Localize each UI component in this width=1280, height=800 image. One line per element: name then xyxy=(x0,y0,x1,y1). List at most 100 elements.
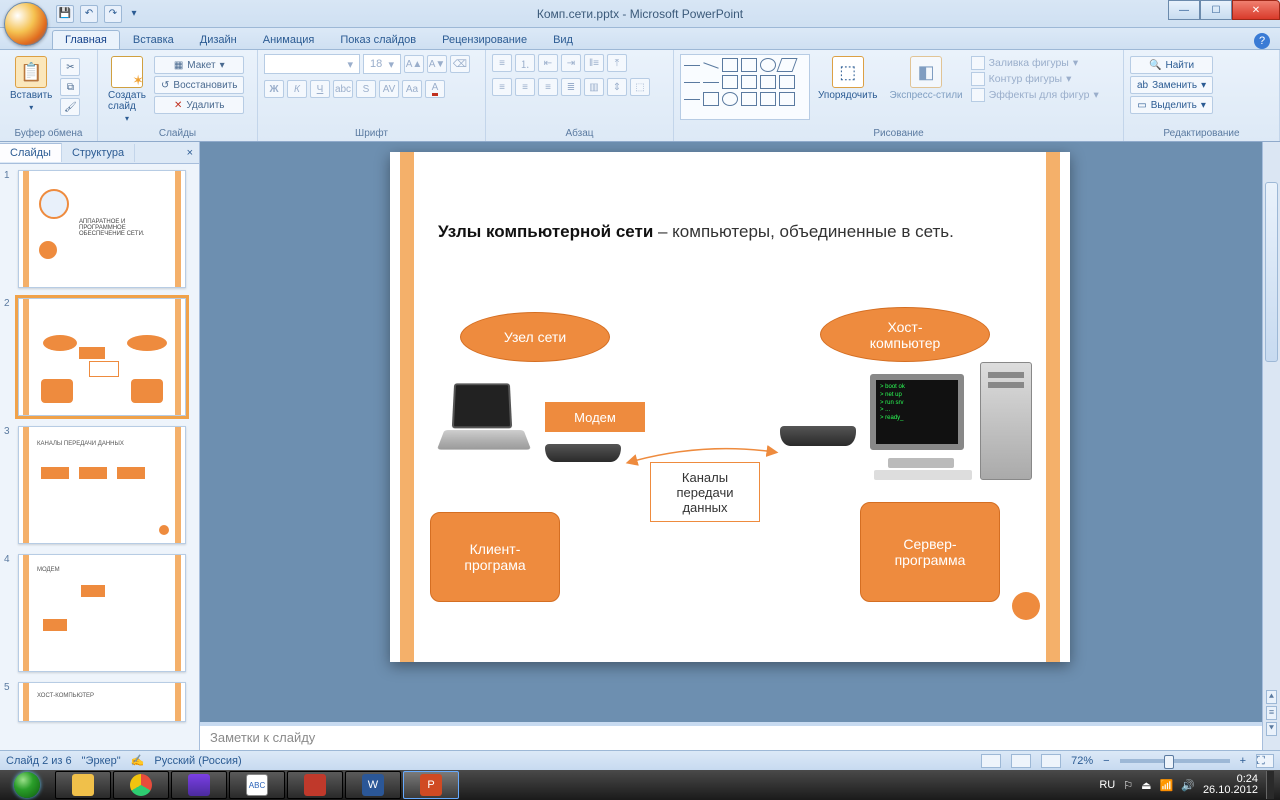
thumbnail-4[interactable]: 4 МОДЕМ xyxy=(4,554,195,672)
format-painter-button[interactable]: 🖌 xyxy=(60,98,80,116)
numbering-button[interactable]: ⒈ xyxy=(515,54,535,72)
shadow-button[interactable]: S xyxy=(356,80,376,98)
scrollbar-thumb[interactable] xyxy=(1265,182,1278,362)
copy-button[interactable]: ⧉ xyxy=(60,78,80,96)
reset-button[interactable]: ↺Восстановить xyxy=(154,76,244,94)
next-slide-button[interactable]: ⯆ xyxy=(1266,722,1277,736)
show-desktop-button[interactable] xyxy=(1266,771,1274,799)
qat-redo-icon[interactable]: ↷ xyxy=(104,5,122,23)
justify-button[interactable]: ≣ xyxy=(561,78,581,96)
close-panel-icon[interactable]: × xyxy=(181,147,199,159)
view-sorter-button[interactable] xyxy=(1011,754,1031,768)
line-spacing-button[interactable]: ‖≡ xyxy=(584,54,604,72)
columns-button[interactable]: ▥ xyxy=(584,78,604,96)
shape-modem-rect[interactable]: Модем xyxy=(545,402,645,432)
italic-button[interactable]: К xyxy=(287,80,307,98)
align-text-button[interactable]: ⇕ xyxy=(607,78,627,96)
taskbar-winrar[interactable] xyxy=(171,771,227,799)
tab-slides[interactable]: Слайды xyxy=(0,143,62,162)
arrange-button[interactable]: ⬚ Упорядочить xyxy=(814,54,882,103)
text-direction-button[interactable]: ⤒ xyxy=(607,54,627,72)
zoom-level[interactable]: 72% xyxy=(1071,755,1093,767)
shapes-gallery[interactable] xyxy=(680,54,810,120)
grow-font-button[interactable]: A▲ xyxy=(404,55,424,73)
zoom-in-button[interactable]: + xyxy=(1240,755,1246,767)
align-center-button[interactable]: ≡ xyxy=(515,78,535,96)
shape-outline-button[interactable]: Контур фигуры ▾ xyxy=(971,72,1099,86)
taskbar-pdf[interactable] xyxy=(287,771,343,799)
tray-safe-remove-icon[interactable]: ⏏ xyxy=(1141,779,1151,792)
taskbar-powerpoint[interactable]: P xyxy=(403,771,459,799)
view-slideshow-button[interactable] xyxy=(1041,754,1061,768)
font-size-combo[interactable]: 18▾ xyxy=(363,54,401,74)
office-button[interactable] xyxy=(4,2,48,46)
shape-fill-button[interactable]: Заливка фигуры ▾ xyxy=(971,56,1099,70)
clear-format-button[interactable]: ⌫ xyxy=(450,55,470,73)
fit-to-window-button[interactable]: ⛶ xyxy=(1256,754,1274,768)
find-button[interactable]: 🔍Найти xyxy=(1130,56,1213,74)
smartart-button[interactable]: ⬚ xyxy=(630,78,650,96)
thumbnail-3[interactable]: 3 КАНАЛЫ ПЕРЕДАЧИ ДАННЫХ xyxy=(4,426,195,544)
thumbnail-5[interactable]: 5 ХОСТ-КОМПЬЮТЕР xyxy=(4,682,195,722)
paste-button[interactable]: 📋 Вставить ▾ xyxy=(6,54,56,114)
indent-inc-button[interactable]: ⇥ xyxy=(561,54,581,72)
align-right-button[interactable]: ≡ xyxy=(538,78,558,96)
zoom-out-button[interactable]: − xyxy=(1103,755,1109,767)
close-button[interactable]: ✕ xyxy=(1232,0,1280,20)
shape-effects-button[interactable]: Эффекты для фигур ▾ xyxy=(971,88,1099,102)
bullets-button[interactable]: ≡ xyxy=(492,54,512,72)
change-case-button[interactable]: Aa xyxy=(402,80,422,98)
shrink-font-button[interactable]: A▼ xyxy=(427,55,447,73)
new-slide-button[interactable]: ✶ Создать слайд ▾ xyxy=(104,54,150,125)
maximize-button[interactable]: ☐ xyxy=(1200,0,1232,20)
tray-clock[interactable]: 0:24 26.10.2012 xyxy=(1203,774,1258,796)
thumbnail-1[interactable]: 1 АППАРАТНОЕ И ПРОГРАММНОЕ ОБЕСПЕЧЕНИЕ С… xyxy=(4,170,195,288)
quick-styles-button[interactable]: ◧ Экспресс-стили xyxy=(886,54,967,103)
view-normal-button[interactable] xyxy=(981,754,1001,768)
tab-animation[interactable]: Анимация xyxy=(250,30,328,49)
notes-pane[interactable]: Заметки к слайду xyxy=(200,722,1262,750)
tab-slideshow[interactable]: Показ слайдов xyxy=(327,30,429,49)
help-icon[interactable]: ? xyxy=(1254,33,1270,49)
font-color-button[interactable]: A xyxy=(425,80,445,98)
current-slide[interactable]: Узлы компьютерной сети – компьютеры, объ… xyxy=(390,152,1070,662)
tab-design[interactable]: Дизайн xyxy=(187,30,250,49)
font-family-combo[interactable]: ▾ xyxy=(264,54,360,74)
strike-button[interactable]: abc xyxy=(333,80,353,98)
bold-button[interactable]: Ж xyxy=(264,80,284,98)
tray-network-icon[interactable]: 📶 xyxy=(1160,779,1174,792)
minimize-button[interactable]: — xyxy=(1168,0,1200,20)
delete-slide-button[interactable]: ✕Удалить xyxy=(154,96,244,114)
tray-language[interactable]: RU xyxy=(1099,779,1115,791)
shape-host-oval[interactable]: Хост- компьютер xyxy=(820,307,990,362)
tray-volume-icon[interactable]: 🔊 xyxy=(1181,779,1195,792)
start-button[interactable] xyxy=(0,770,54,800)
char-spacing-button[interactable]: AV xyxy=(379,80,399,98)
replace-button[interactable]: abЗаменить ▾ xyxy=(1130,76,1213,94)
prev-slide-button[interactable]: ⯅ xyxy=(1266,690,1277,704)
qat-customize-icon[interactable]: ▾ xyxy=(128,5,140,23)
spellcheck-icon[interactable]: ✍ xyxy=(131,754,145,767)
shape-client-rrect[interactable]: Клиент- програма xyxy=(430,512,560,602)
status-language[interactable]: Русский (Россия) xyxy=(154,755,241,767)
shape-server-rrect[interactable]: Сервер- программа xyxy=(860,502,1000,602)
indent-dec-button[interactable]: ⇤ xyxy=(538,54,558,72)
zoom-slider[interactable] xyxy=(1120,759,1230,763)
taskbar-explorer[interactable] xyxy=(55,771,111,799)
tab-outline[interactable]: Структура xyxy=(62,144,135,162)
taskbar-word[interactable]: W xyxy=(345,771,401,799)
cut-button[interactable]: ✂ xyxy=(60,58,80,76)
tray-action-center-icon[interactable]: ⚐ xyxy=(1123,779,1133,792)
tab-review[interactable]: Рецензирование xyxy=(429,30,540,49)
tab-home[interactable]: Главная xyxy=(52,30,120,49)
thumbnail-2[interactable]: 2 xyxy=(4,298,195,416)
taskbar-abc[interactable]: ABC xyxy=(229,771,285,799)
vertical-scrollbar[interactable]: ⯅ ≡ ⯆ xyxy=(1262,142,1280,750)
qat-save-icon[interactable]: 💾 xyxy=(56,5,74,23)
tab-view[interactable]: Вид xyxy=(540,30,586,49)
align-left-button[interactable]: ≡ xyxy=(492,78,512,96)
select-button[interactable]: ▭Выделить ▾ xyxy=(1130,96,1213,114)
shape-node-oval[interactable]: Узел сети xyxy=(460,312,610,362)
underline-button[interactable]: Ч xyxy=(310,80,330,98)
shape-channels-rect[interactable]: Каналы передачи данных xyxy=(650,462,760,522)
